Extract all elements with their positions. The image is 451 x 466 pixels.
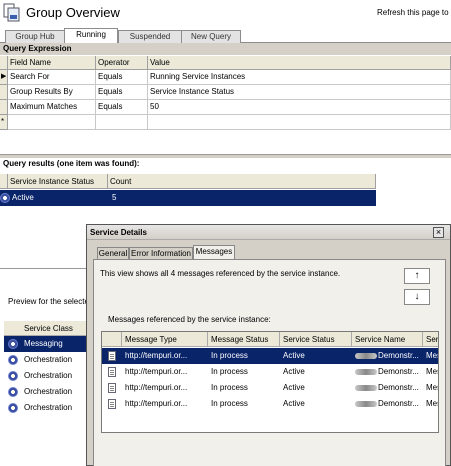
- document-icon: [108, 383, 116, 393]
- tab-suspended[interactable]: Suspended: [118, 30, 182, 43]
- column-service-name[interactable]: Service Name: [352, 332, 423, 347]
- column-count[interactable]: Count: [108, 174, 376, 189]
- query-field-cell[interactable]: [8, 115, 96, 130]
- result-row[interactable]: Active 5: [0, 190, 376, 206]
- dialog-tab-messages[interactable]: Messages: [193, 245, 235, 259]
- refresh-hint: Refresh this page to u: [377, 8, 451, 17]
- message-row[interactable]: http://tempuri.or... In process Active D…: [102, 364, 438, 380]
- query-operator-cell[interactable]: Equals: [96, 85, 148, 100]
- row-header-corner: [0, 56, 8, 70]
- messages-grid-label: Messages referenced by the service insta…: [108, 315, 271, 324]
- redacted-name: [355, 384, 377, 391]
- messages-summary: This view shows all 4 messages reference…: [100, 269, 341, 278]
- close-icon[interactable]: ×: [433, 227, 444, 238]
- title-bar: Group Overview Refresh this page to u: [0, 0, 451, 28]
- service-details-dialog: Service Details × General Error Informat…: [86, 224, 451, 466]
- query-operator-cell[interactable]: [96, 115, 148, 130]
- service-gear-icon: [0, 193, 10, 203]
- column-value[interactable]: Value: [148, 56, 451, 70]
- query-field-cell[interactable]: Search For: [8, 70, 96, 85]
- tab-running[interactable]: Running: [64, 28, 118, 44]
- redacted-name: [355, 400, 377, 407]
- messages-grid: Message Type Message Status Service Stat…: [101, 331, 439, 433]
- column-operator[interactable]: Operator: [96, 56, 148, 70]
- query-field-cell[interactable]: Maximum Matches: [8, 100, 96, 115]
- message-row[interactable]: http://tempuri.or... In process Active D…: [102, 380, 438, 396]
- messaging-gear-icon: [8, 339, 18, 349]
- message-row[interactable]: http://tempuri.or... In process Active D…: [102, 348, 438, 364]
- redacted-name: [355, 352, 377, 359]
- message-row[interactable]: http://tempuri.or... In process Active D…: [102, 396, 438, 412]
- orchestration-gear-icon: [8, 355, 18, 365]
- column-field-name[interactable]: Field Name: [8, 56, 96, 70]
- redacted-name: [355, 368, 377, 375]
- dialog-tab-error-information[interactable]: Error Information: [129, 247, 193, 259]
- column-message-status[interactable]: Message Status: [208, 332, 280, 347]
- column-service-instance-status[interactable]: Service Instance Status: [8, 174, 108, 189]
- query-value-cell[interactable]: Service Instance Status: [148, 85, 451, 100]
- tab-group-hub[interactable]: Group Hub: [5, 30, 65, 43]
- orchestration-gear-icon: [8, 403, 18, 413]
- result-count: 5: [112, 193, 117, 202]
- page-title: Group Overview: [26, 5, 120, 20]
- query-expression-header: Query Expression: [0, 43, 451, 55]
- dialog-title-bar[interactable]: Service Details: [87, 225, 450, 240]
- row-header-corner: [0, 174, 8, 189]
- tab-strip: Group Hub Running Suspended New Query: [0, 28, 451, 44]
- query-value-cell[interactable]: [148, 115, 451, 130]
- document-icon: [108, 367, 116, 377]
- move-up-button[interactable]: ↑: [404, 268, 430, 284]
- query-expression-grid: Field Name Operator Value ▶ Search For E…: [0, 56, 451, 132]
- query-operator-cell[interactable]: Equals: [96, 70, 148, 85]
- column-icon: [102, 332, 122, 347]
- row-selector[interactable]: [0, 85, 8, 100]
- orchestration-gear-icon: [8, 371, 18, 381]
- document-icon: [108, 399, 116, 409]
- preview-label: Preview for the selecte: [8, 297, 89, 306]
- row-selector[interactable]: [0, 100, 8, 115]
- query-field-cell[interactable]: Group Results By: [8, 85, 96, 100]
- query-value-cell[interactable]: 50: [148, 100, 451, 115]
- query-value-cell[interactable]: Running Service Instances: [148, 70, 451, 85]
- column-service-class[interactable]: Servi: [423, 332, 438, 347]
- row-selector[interactable]: ▶: [0, 70, 8, 85]
- query-operator-cell[interactable]: Equals: [96, 100, 148, 115]
- column-message-type[interactable]: Message Type: [122, 332, 208, 347]
- query-results-header: Query results (one item was found):: [0, 158, 451, 170]
- new-row-marker[interactable]: *: [0, 115, 8, 130]
- result-status: Active: [12, 193, 34, 202]
- move-down-button[interactable]: ↓: [404, 289, 430, 305]
- query-results-grid: Service Instance Status Count Active 5: [0, 174, 376, 206]
- tab-new-query[interactable]: New Query: [181, 30, 241, 43]
- orchestration-gear-icon: [8, 387, 18, 397]
- document-icon: [108, 351, 116, 361]
- dialog-tab-general[interactable]: General: [97, 247, 129, 259]
- column-service-status[interactable]: Service Status: [280, 332, 352, 347]
- group-overview-icon: [3, 3, 21, 23]
- preview-panel: Preview for the selecte Service Class Me…: [0, 268, 100, 466]
